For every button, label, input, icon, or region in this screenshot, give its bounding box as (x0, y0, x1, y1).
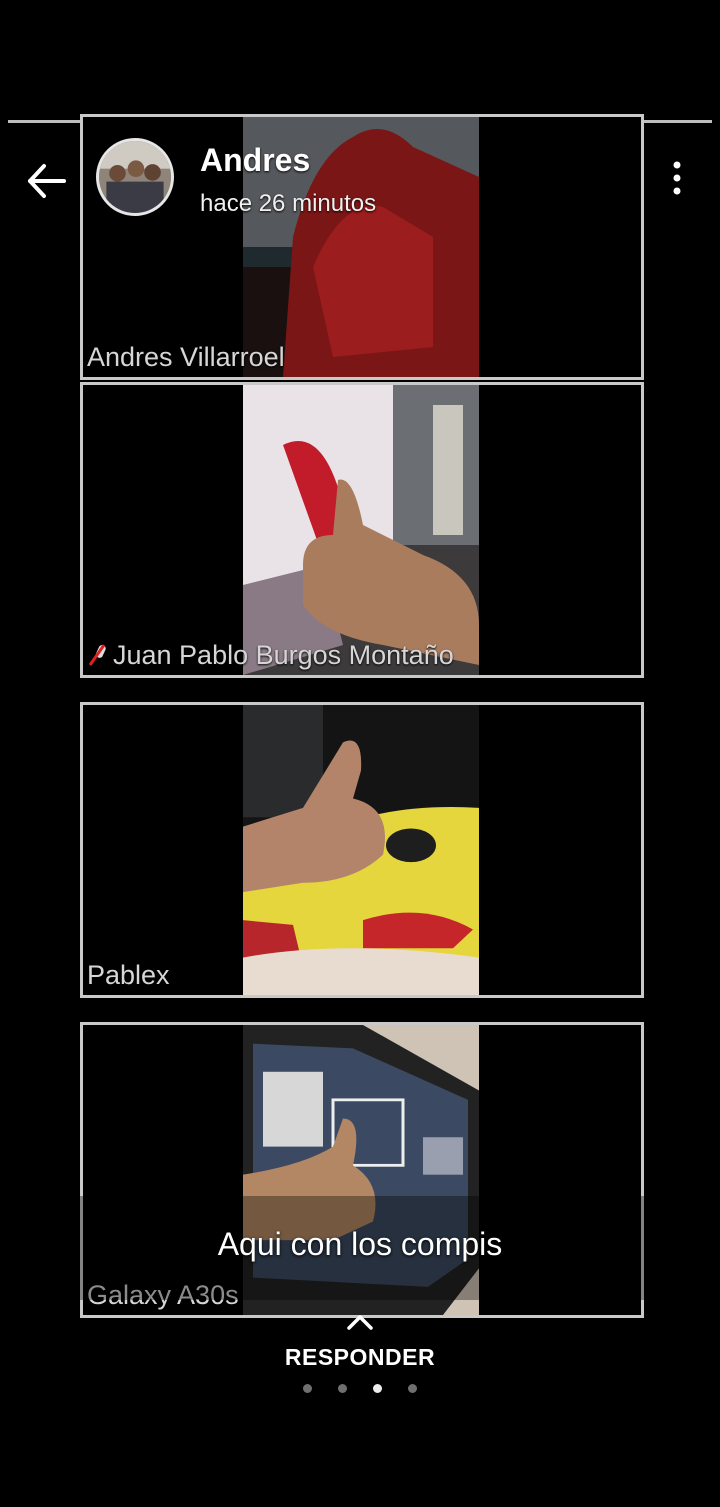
more-options-button[interactable] (660, 156, 694, 200)
participant-name: Pablex (87, 960, 170, 990)
pager-dot-active (373, 1384, 382, 1393)
story-header: Andres hace 26 minutos (0, 128, 720, 228)
pager-dot (303, 1384, 312, 1393)
participant-name: Juan Pablo Burgos Montaño (113, 640, 454, 670)
reply-button[interactable]: RESPONDER (0, 1344, 720, 1371)
participant-name-row: Juan Pablo Burgos Montaño (87, 640, 454, 671)
story-pager (0, 1380, 720, 1394)
participant-video (243, 385, 479, 675)
arrow-left-icon (28, 164, 66, 198)
pager-dot (338, 1384, 347, 1393)
pager-dot (408, 1384, 417, 1393)
reply-swipe-handle[interactable] (344, 1310, 376, 1332)
story-user-name: Andres (200, 142, 311, 178)
story-timestamp: hace 26 minutos (200, 190, 377, 217)
story-caption: Aqui con los compis (217, 1226, 503, 1262)
more-vertical-icon (673, 161, 681, 195)
avatar[interactable] (96, 138, 174, 216)
participant-video (243, 705, 479, 995)
mic-off-icon (88, 644, 106, 666)
participant-name: Andres Villarroel (87, 342, 285, 372)
back-button[interactable] (22, 156, 72, 206)
video-tile: Pablex (80, 702, 644, 998)
video-tile: Juan Pablo Burgos Montaño (80, 382, 644, 678)
chevron-up-icon (347, 1315, 373, 1330)
